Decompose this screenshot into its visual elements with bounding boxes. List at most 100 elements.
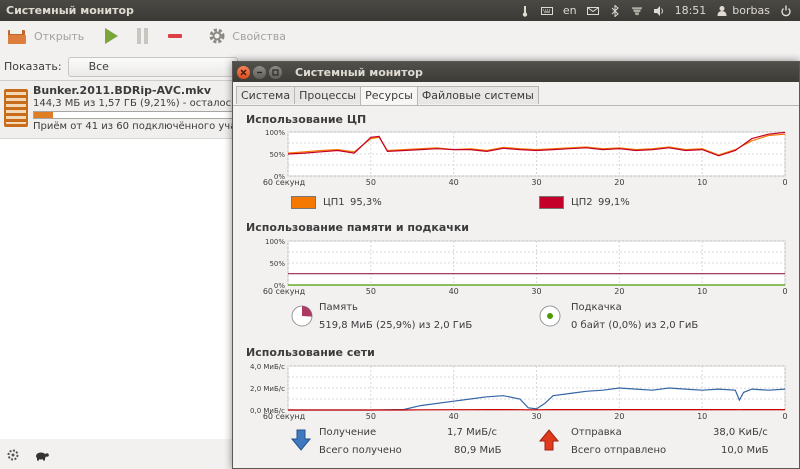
network-x-tick-label: 30	[531, 412, 541, 421]
memory-y-tick-label: 50%	[269, 260, 285, 268]
network-x-tick-label: 50	[366, 412, 376, 421]
system-tray: en 18:51 borbas	[519, 3, 800, 18]
properties-button[interactable]: Свойства	[208, 27, 286, 45]
cpu-x-tick-label: 40	[449, 178, 459, 187]
memory-x-tick-label: 50	[366, 287, 376, 296]
tab-file-systems[interactable]: Файловые системы	[416, 86, 539, 104]
swap-label: Подкачка	[571, 302, 622, 313]
memory-pie-icon[interactable]	[291, 305, 313, 327]
network-y-tick-label: 0,0 МиБ/с	[250, 407, 285, 415]
cpu-y-tick-label: 50%	[269, 151, 285, 159]
torrent-progress-text: 144,3 МБ из 1,57 ГБ (9,21%) - осталось 1…	[33, 98, 264, 109]
window-title: Системный монитор	[295, 65, 423, 79]
torrent-name: Bunker.2011.BDRip-AVC.mkv	[33, 84, 212, 97]
mail-icon[interactable]	[586, 5, 599, 17]
tab-bar: Система Процессы Ресурсы Файловые систем…	[233, 82, 799, 106]
show-label: Показать:	[4, 60, 62, 73]
send-rate: 38,0 КиБ/с	[713, 427, 768, 438]
minimize-button[interactable]	[253, 65, 266, 79]
cpu-x-tick-label: 50	[366, 178, 376, 187]
cpu-y-tick-label: 100%	[265, 129, 285, 137]
cpu-x-tick-label: 10	[697, 178, 707, 187]
cpu1-color-swatch[interactable]	[291, 196, 316, 209]
torrent-progress-bar	[33, 111, 238, 119]
memory-x-tick-label: 10	[697, 287, 707, 296]
cpu-x-tick-label: 0	[782, 178, 787, 187]
memory-x-tick-label: 30	[531, 287, 541, 296]
total-received-value: 80,9 МиБ	[454, 445, 502, 456]
cpu-section-title: Использование ЦП	[246, 113, 367, 126]
total-sent-value: 10,0 МиБ	[721, 445, 769, 456]
tab-system[interactable]: Система	[236, 86, 296, 104]
network-y-tick-label: 2,0 МиБ/с	[250, 385, 285, 393]
keyboard-icon[interactable]	[540, 5, 553, 17]
tab-processes[interactable]: Процессы	[294, 86, 362, 104]
minimize-icon	[257, 71, 262, 73]
toolbar: Открыть Свойства	[0, 21, 800, 51]
swap-value: 0 байт (0,0%) из 2,0 ГиБ	[571, 320, 699, 331]
window-titlebar[interactable]: Системный монитор	[233, 62, 799, 82]
memory-x-tick-label: 40	[449, 287, 459, 296]
cpu2-label: ЦП2	[571, 197, 593, 208]
network-icon[interactable]	[631, 5, 643, 17]
cpu1-value: 95,3%	[350, 197, 382, 208]
remove-icon[interactable]	[166, 26, 184, 46]
cpu-x-tick-label: 30	[531, 178, 541, 187]
memory-graph: 60 секунд 50 40 30 20 10 0100%50%0%	[263, 238, 788, 296]
memory-label: Память	[319, 302, 358, 313]
cpu-y-tick-label: 0%	[274, 173, 285, 181]
network-x-tick-label: 40	[449, 412, 459, 421]
close-button[interactable]	[237, 65, 250, 79]
open-file-icon	[8, 28, 26, 44]
open-button[interactable]: Открыть	[6, 26, 84, 46]
receive-rate: 1,7 МиБ/с	[447, 427, 497, 438]
gear-icon	[209, 28, 225, 44]
memory-x-tick-label: 0	[782, 287, 787, 296]
network-x-tick-label: 0	[782, 412, 787, 421]
properties-button-label: Свойства	[232, 29, 287, 43]
memory-value: 519,8 МиБ (25,9%) из 2,0 ГиБ	[319, 320, 473, 331]
cpu1-label: ЦП1	[323, 197, 345, 208]
maximize-icon	[272, 68, 279, 76]
user-name[interactable]: borbas	[732, 4, 770, 17]
preferences-gear-icon[interactable]	[6, 448, 20, 462]
network-x-tick-label: 20	[614, 412, 624, 421]
memory-section-title: Использование памяти и подкачки	[246, 221, 470, 234]
start-icon[interactable]	[102, 26, 120, 46]
receive-label: Получение	[319, 427, 377, 438]
turtle-speed-icon[interactable]	[34, 449, 50, 461]
pause-icon[interactable]	[134, 26, 152, 46]
cpu2-color-swatch[interactable]	[539, 196, 564, 209]
network-section-title: Использование сети	[246, 346, 375, 359]
show-filter-combo[interactable]: Все	[67, 56, 238, 77]
close-icon	[240, 69, 247, 75]
volume-icon[interactable]	[653, 5, 665, 17]
clock[interactable]: 18:51	[675, 4, 707, 17]
torrent-progress-fill	[34, 112, 53, 118]
top-panel: Системный монитор en 18:51 borbas	[0, 0, 800, 21]
tab-resources[interactable]: Ресурсы	[360, 86, 418, 105]
upload-arrow-icon[interactable]	[539, 429, 559, 451]
memory-y-tick-label: 100%	[265, 238, 285, 246]
network-y-tick-label: 4,0 МиБ/с	[250, 363, 285, 371]
swap-pie-icon[interactable]	[539, 305, 561, 327]
torrent-peers-text: Приём от 41 из 60 подключённого участ	[33, 121, 248, 132]
active-app-title: Системный монитор	[6, 4, 134, 17]
keyboard-layout-indicator[interactable]: en	[563, 4, 577, 17]
memory-x-tick-label: 20	[614, 287, 624, 296]
bluetooth-icon[interactable]	[609, 3, 621, 18]
user-icon	[716, 5, 728, 17]
thermometer-icon[interactable]	[519, 5, 531, 17]
open-button-label: Открыть	[34, 29, 85, 43]
send-label: Отправка	[571, 427, 622, 438]
system-monitor-window: Системный монитор Система Процессы Ресур…	[232, 61, 800, 469]
maximize-button[interactable]	[269, 65, 282, 79]
power-icon[interactable]	[780, 5, 792, 17]
cpu-graph: 60 секунд 50 40 30 20 10 0100%50%0%	[263, 129, 788, 187]
memory-y-tick-label: 0%	[274, 282, 285, 290]
download-arrow-icon[interactable]	[291, 429, 311, 451]
network-x-tick-label: 10	[697, 412, 707, 421]
cpu2-value: 99,1%	[598, 197, 630, 208]
total-received-label: Всего получено	[319, 445, 402, 456]
cpu-x-tick-label: 20	[614, 178, 624, 187]
